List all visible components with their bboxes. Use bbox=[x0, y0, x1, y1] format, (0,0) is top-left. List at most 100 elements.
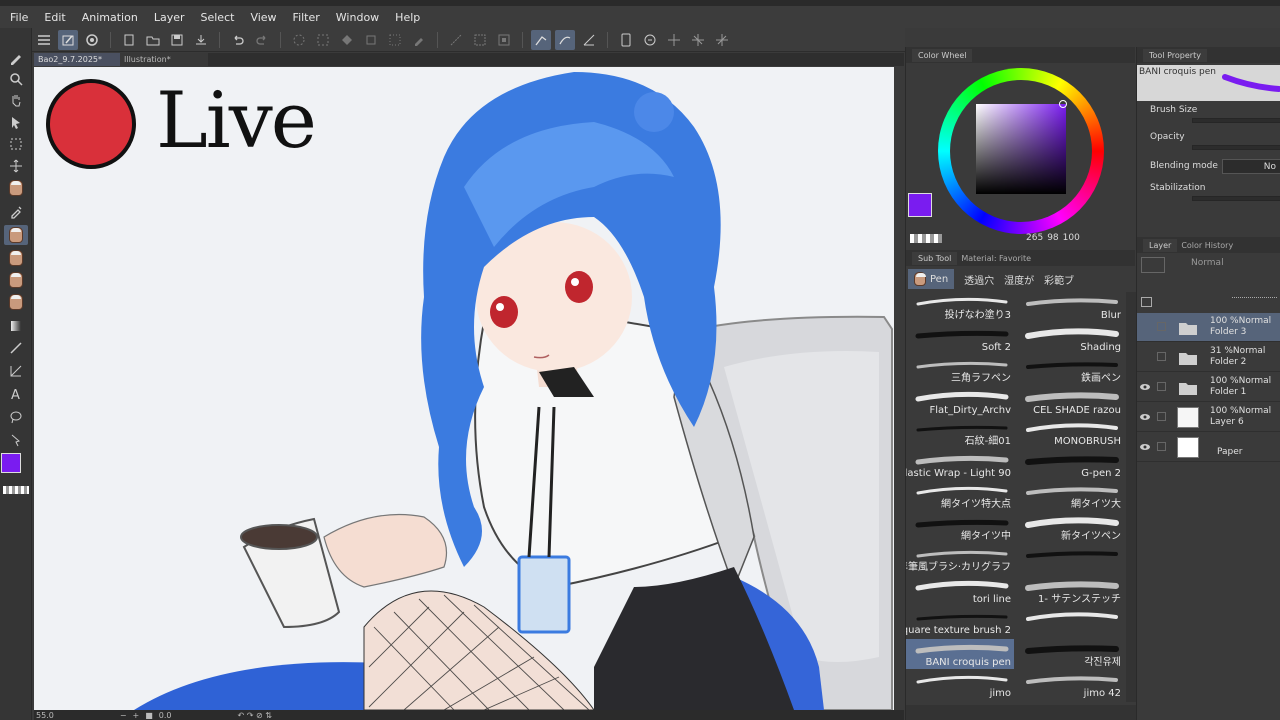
layer-row[interactable]: Paper bbox=[1137, 433, 1280, 462]
reference-icon[interactable] bbox=[640, 30, 660, 50]
brush-item[interactable] bbox=[1016, 544, 1124, 574]
brush-item[interactable]: CEL SHADE razou bbox=[1016, 387, 1124, 417]
menu-edit[interactable]: Edit bbox=[38, 11, 71, 24]
brush-item[interactable]: 1- サテンステッチ bbox=[1016, 576, 1124, 606]
ruler-icon[interactable] bbox=[579, 30, 599, 50]
pen-tool-icon[interactable] bbox=[4, 48, 28, 68]
zoom-icon[interactable] bbox=[4, 69, 28, 89]
zoom-out-icon[interactable]: − bbox=[120, 711, 127, 720]
avatar-tool-4[interactable] bbox=[4, 270, 28, 290]
group-4[interactable]: 彩範ブ bbox=[1044, 272, 1074, 287]
hamburger-menu-icon[interactable] bbox=[34, 30, 54, 50]
transparent-swatch[interactable] bbox=[3, 486, 29, 494]
brush-item[interactable]: tori line bbox=[906, 576, 1014, 606]
move-icon[interactable] bbox=[4, 156, 28, 176]
tab-tool-property[interactable]: Tool Property bbox=[1143, 48, 1207, 62]
layer-settings-icon[interactable] bbox=[1141, 297, 1152, 307]
layer-lock-toggle[interactable] bbox=[1157, 352, 1166, 361]
gradient-icon[interactable] bbox=[4, 316, 28, 336]
brush-size-row[interactable]: Brush Size bbox=[1137, 103, 1280, 125]
selection-invert-icon[interactable] bbox=[313, 30, 333, 50]
canvas[interactable]: Live bbox=[34, 67, 894, 710]
sv-cursor[interactable] bbox=[1059, 100, 1067, 108]
visibility-eye-icon[interactable] bbox=[1140, 382, 1150, 392]
group-3[interactable]: 湿度が bbox=[1004, 272, 1034, 287]
tablet-icon[interactable] bbox=[616, 30, 636, 50]
brush-item[interactable]: Shading bbox=[1016, 324, 1124, 354]
brush-item[interactable]: 각진유제 bbox=[1016, 639, 1124, 669]
sub-tool-scrollbar[interactable] bbox=[1126, 292, 1136, 702]
open-folder-icon[interactable] bbox=[143, 30, 163, 50]
undo-icon[interactable] bbox=[228, 30, 248, 50]
layer-row[interactable]: 100 %Normal Layer 6 bbox=[1137, 403, 1280, 432]
brush-item[interactable]: 石紋-細01 bbox=[906, 418, 1014, 448]
stroke-correction-icon[interactable] bbox=[555, 29, 575, 50]
brush-item[interactable]: Plastic Wrap - Light 90 bbox=[906, 450, 1014, 480]
transform-icon[interactable] bbox=[361, 30, 381, 50]
menu-filter[interactable]: Filter bbox=[287, 11, 326, 24]
tab-sub-tool[interactable]: Sub Tool bbox=[912, 251, 958, 265]
lasso-icon[interactable] bbox=[4, 407, 28, 427]
layer-lock-toggle[interactable] bbox=[1157, 322, 1166, 331]
brush-item[interactable] bbox=[1016, 607, 1124, 637]
brush-item[interactable]: 網タイツ特大点 bbox=[906, 481, 1014, 511]
brush-item[interactable]: Texture2万年筆風ブラシ·カリグラフ bbox=[906, 544, 1014, 574]
brush-item[interactable]: 新タイツペン bbox=[1016, 513, 1124, 543]
rotate-icon[interactable]: ↶ ↷ ⊘ ⇅ bbox=[238, 711, 272, 720]
fit-icon[interactable]: ■ bbox=[145, 711, 153, 720]
brush-item[interactable]: 鉄画ペン bbox=[1016, 355, 1124, 385]
tab-color-wheel[interactable]: Color Wheel bbox=[912, 48, 973, 62]
brush-item[interactable]: Loose Square square texture brush 2 bbox=[906, 607, 1014, 637]
blending-mode-row[interactable]: Blending mode No bbox=[1137, 159, 1280, 181]
layer-lock-toggle[interactable] bbox=[1157, 382, 1166, 391]
brush-size-slider[interactable] bbox=[1192, 118, 1280, 123]
save-icon[interactable] bbox=[167, 30, 187, 50]
layer-lock-toggle[interactable] bbox=[1157, 412, 1166, 421]
brush-item[interactable]: BANI croquis pen bbox=[906, 638, 1014, 669]
brush-item[interactable]: 投げなわ塗り3 bbox=[906, 292, 1014, 322]
zoom-in-icon[interactable]: + bbox=[133, 711, 140, 720]
sparkle-icon-2[interactable] bbox=[688, 30, 708, 50]
brush-item[interactable]: jimo bbox=[906, 670, 1014, 700]
visibility-eye-icon[interactable] bbox=[1140, 442, 1150, 452]
stabilization-row[interactable]: Stabilization bbox=[1137, 181, 1280, 203]
vector-icon[interactable] bbox=[4, 361, 28, 381]
eyedropper-icon[interactable] bbox=[4, 202, 28, 222]
blend-mode-select[interactable]: Normal bbox=[1177, 258, 1277, 272]
tab-illustration[interactable]: Illustration* bbox=[120, 53, 208, 66]
menu-select[interactable]: Select bbox=[195, 11, 241, 24]
main-color-swatch[interactable] bbox=[1, 453, 21, 473]
visibility-eye-icon[interactable] bbox=[1140, 412, 1150, 422]
opacity-slider[interactable] bbox=[1192, 145, 1280, 150]
trim-icon[interactable] bbox=[385, 30, 405, 50]
layer-options-icon[interactable] bbox=[1232, 297, 1277, 307]
export-icon[interactable] bbox=[191, 30, 211, 50]
saturation-value-square[interactable] bbox=[976, 104, 1066, 194]
brush-item[interactable]: Flat_Dirty_Archv bbox=[906, 387, 1014, 417]
avatar-tool-3[interactable] bbox=[4, 248, 28, 268]
layer-row[interactable]: 31 %Normal Folder 2 bbox=[1137, 343, 1280, 372]
menu-view[interactable]: View bbox=[244, 11, 282, 24]
brush-item[interactable]: 網タイツ大 bbox=[1016, 481, 1124, 511]
brush-item[interactable]: 三角ラフペン bbox=[906, 355, 1014, 385]
ruler-snap-icon[interactable] bbox=[446, 30, 466, 50]
menu-window[interactable]: Window bbox=[330, 11, 385, 24]
blending-mode-select[interactable]: No bbox=[1222, 159, 1280, 174]
grid-snap-icon[interactable] bbox=[494, 30, 514, 50]
tab-bao2[interactable]: Bao2_9.7.2025* bbox=[34, 53, 120, 66]
layer-thumb-toggle[interactable] bbox=[1141, 257, 1165, 273]
layer-row[interactable]: 100 %Normal Folder 3 bbox=[1137, 313, 1280, 342]
tab-layer[interactable]: Layer bbox=[1143, 238, 1178, 252]
eyedropper-cmd-icon[interactable] bbox=[409, 30, 429, 50]
transparent-chip[interactable] bbox=[910, 234, 942, 243]
new-file-icon[interactable] bbox=[119, 30, 139, 50]
object-icon[interactable] bbox=[4, 430, 28, 450]
object-select-icon[interactable] bbox=[4, 112, 28, 132]
brush-item[interactable]: Soft 2 bbox=[906, 324, 1014, 354]
angle-value[interactable]: 0.0 bbox=[159, 711, 172, 720]
group-pen[interactable]: Pen bbox=[908, 269, 955, 289]
main-color-chip[interactable] bbox=[908, 193, 932, 217]
sparkle-icon-3[interactable] bbox=[712, 30, 732, 50]
selection-icon[interactable] bbox=[4, 134, 28, 154]
menu-file[interactable]: File bbox=[4, 11, 34, 24]
